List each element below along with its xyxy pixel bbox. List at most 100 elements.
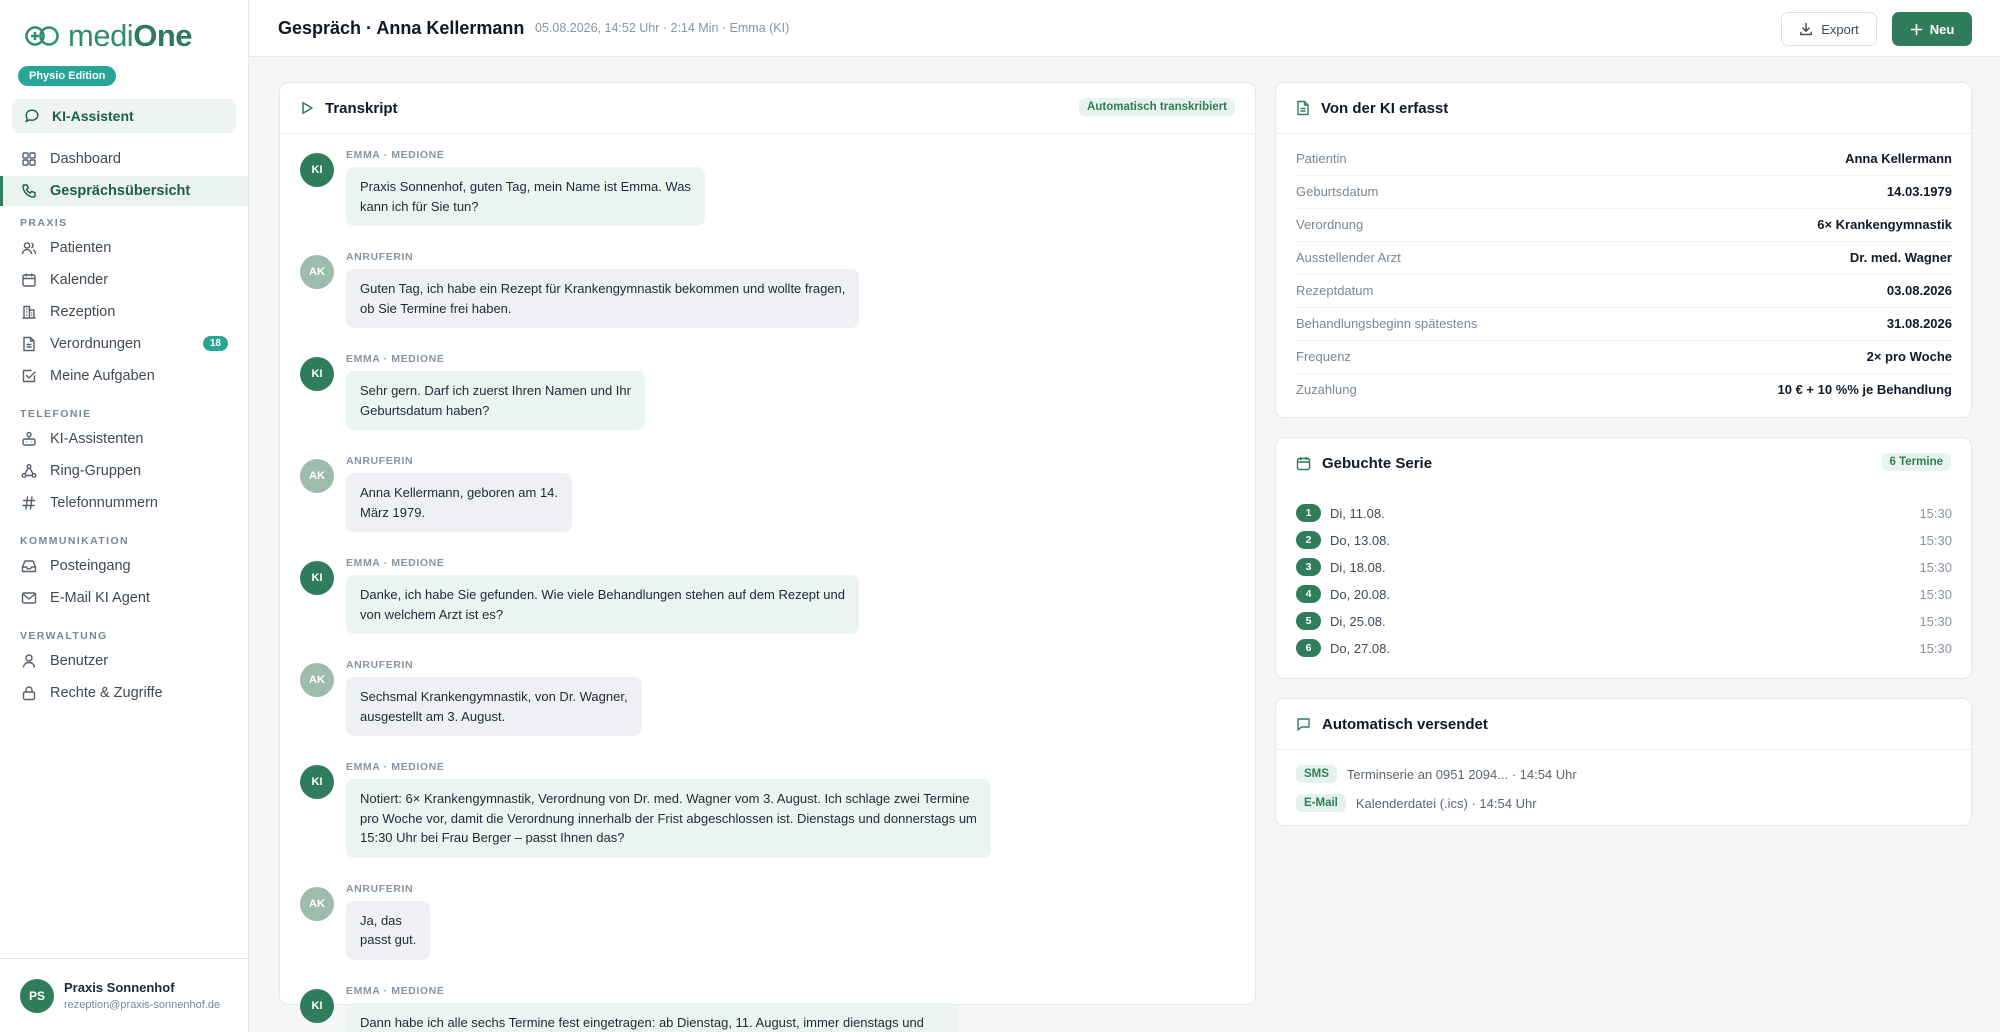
avatar: AK [300, 459, 334, 493]
user-profile[interactable]: PS Praxis Sonnenhof rezeption@praxis-son… [0, 958, 248, 1032]
topbar: Gespräch · Anna Kellermann 05.08.2026, 1… [249, 0, 2000, 57]
sidebar-item-benutzer[interactable]: Benutzer [0, 646, 248, 676]
new-button[interactable]: Neu [1892, 12, 1972, 46]
speaker-label: EMMA · MEDIONE [346, 149, 445, 161]
document-icon [1297, 100, 1309, 116]
appointment-time: 15:30 [1919, 506, 1952, 521]
sent-item-e-mail: E-Mail Kalenderdatei (.ics) · 14:54 Uhr [1296, 792, 1537, 814]
export-button[interactable]: Export [1781, 12, 1877, 46]
avatar: AK [300, 255, 334, 289]
message-line: Geburtsdatum haben? [360, 402, 490, 418]
channel-badge: E-Mail [1296, 794, 1346, 812]
sidebar-item-label: Patienten [50, 240, 112, 256]
grid-icon [20, 150, 38, 168]
transcript-title: Transkript [325, 99, 398, 117]
sent-detail: Terminserie an 0951 2094... · 14:54 Uhr [1346, 766, 1577, 782]
sidebar-item-label: Gesprächsübersicht [50, 183, 191, 199]
sent-header: Automatisch versendet [1276, 699, 1971, 750]
sidebar-item-e-mail-ki-agent[interactable]: E-Mail KI Agent [0, 583, 248, 613]
speaker-label: ANRUFERIN [346, 659, 414, 671]
series-header: Gebuchte Serie 6 Termine [1276, 438, 1971, 489]
appointment-row[interactable]: 6 Do, 27.08. 15:30 [1296, 639, 1952, 666]
appointment-row[interactable]: 2 Do, 13.08. 15:30 [1296, 531, 1952, 558]
sidebar-item-ring-gruppen[interactable]: Ring-Gruppen [0, 456, 248, 486]
chat-bubble-icon [25, 109, 39, 123]
field-label: Geburtsdatum [1296, 184, 1379, 199]
message-bubble: Dann habe ich alle sechs Termine fest ei… [346, 1002, 959, 1032]
appointment-number: 6 [1296, 639, 1321, 657]
sidebar-item-verordnungen[interactable]: Verordnungen 18 [0, 329, 248, 359]
field-value: 2× pro Woche [1866, 349, 1952, 364]
sidebar-item-telefonnummern[interactable]: Telefonnummern [0, 488, 248, 518]
appointment-count-badge: 6 Termine [1881, 453, 1951, 471]
sidebar-item-label: Dashboard [50, 151, 121, 167]
sidebar-item-patienten[interactable]: Patienten [0, 233, 248, 263]
speaker-label: EMMA · MEDIONE [346, 761, 445, 773]
sidebar-item-label: Rechte & Zugriffe [50, 685, 163, 701]
avatar: AK [300, 886, 334, 921]
field-value: Dr. med. Wagner [1849, 250, 1952, 265]
transcription-status-badge: Automatisch transkribiert [1079, 98, 1235, 116]
message-line: 15:30 Uhr bei Frau Berger – passt Ihnen … [360, 830, 625, 845]
sidebar-item-gespraechsuebersicht[interactable]: Gesprächsübersicht [0, 176, 248, 206]
building-icon [20, 303, 38, 321]
message-bubble: Praxis Sonnenhof, guten Tag, mein Name i… [346, 167, 705, 226]
appointment-day: Di, 25.08. [1330, 614, 1386, 629]
sidebar-item-label: Meine Aufgaben [50, 368, 155, 384]
users-icon [20, 239, 38, 257]
sidebar-item-meine-aufgaben[interactable]: Meine Aufgaben [0, 361, 248, 391]
export-label: Export [1821, 21, 1859, 37]
appointment-row[interactable]: 4 Do, 20.08. 15:30 [1296, 585, 1952, 612]
appointment-row[interactable]: 5 Di, 25.08. 15:30 [1296, 612, 1952, 639]
mail-icon [20, 589, 38, 607]
appointment-number: 3 [1296, 558, 1321, 576]
message-bubble: Anna Kellermann, geboren am 14. März 1979… [346, 473, 573, 532]
message-line: Anna Kellermann, geboren am 14. [360, 485, 559, 500]
field-row-zuzahlung: Zuzahlung 10 € + 10 %% je Behandlung [1296, 374, 1952, 407]
speaker-label: EMMA · MEDIONE [346, 557, 445, 569]
message-icon [1297, 717, 1310, 731]
sidebar-item-label: KI-Assistenten [50, 431, 144, 447]
message-line: Sechsmal Krankengymnastik, von Dr. Wagne… [360, 689, 628, 704]
field-value: Anna Kellermann [1845, 151, 1952, 166]
appointment-row[interactable]: 1 Di, 11.08. 15:30 [1296, 504, 1952, 531]
section-heading-verwaltung: VERWALTUNG [20, 630, 108, 642]
sidebar-item-label: Verordnungen [50, 336, 142, 352]
appointment-row[interactable]: 3 Di, 18.08. 15:30 [1296, 558, 1952, 585]
plus-icon [1910, 23, 1923, 35]
message-line: ausgestellt am 3. August. [360, 708, 506, 724]
phone-icon [20, 182, 38, 200]
sidebar-item-label: Posteingang [50, 558, 131, 574]
field-label: Frequenz [1296, 349, 1351, 364]
section-heading-praxis: PRAXIS [20, 217, 68, 229]
field-row-patientin: Patientin Anna Kellermann [1296, 143, 1952, 176]
sidebar-item-label: Kalender [50, 272, 109, 288]
sidebar-item-rezeption[interactable]: Rezeption [0, 297, 248, 327]
channel-badge: SMS [1296, 765, 1337, 783]
field-row-frequenz: Frequenz 2× pro Woche [1296, 341, 1952, 374]
field-value: 10 € + 10 %% je Behandlung [1777, 382, 1952, 397]
play-icon [302, 102, 313, 114]
message-bubble: Sehr gern. Darf ich zuerst Ihren Namen u… [346, 371, 645, 430]
avatar: AK [300, 663, 334, 697]
ki-assistant-label: KI-Assistent [52, 108, 134, 124]
page-title: Gespräch · Anna Kellermann [278, 18, 525, 38]
ki-assistant-button[interactable]: KI-Assistent [12, 99, 236, 133]
avatar: KI [300, 988, 334, 1023]
sidebar-item-posteingang[interactable]: Posteingang [0, 551, 248, 581]
sidebar-item-kalender[interactable]: Kalender [0, 265, 248, 295]
brand-logo[interactable]: mediOne [24, 18, 192, 54]
sidebar-item-rechte-and-zugriffe[interactable]: Rechte & Zugriffe [0, 678, 248, 708]
avatar: PS [20, 979, 54, 1013]
message-line: Praxis Sonnenhof, guten Tag, mein Name i… [360, 179, 691, 194]
sidebar-item-ki-assistenten[interactable]: KI-Assistenten [0, 424, 248, 454]
sidebar-item-dashboard[interactable]: Dashboard [0, 144, 248, 174]
message-line: Guten Tag, ich habe ein Rezept für Krank… [360, 281, 846, 296]
logo-mark-icon [25, 26, 59, 46]
sent-detail: Kalenderdatei (.ics) · 14:54 Uhr [1355, 795, 1537, 811]
sidebar: mediOne Physio Edition KI-Assistent Dash… [0, 0, 249, 1032]
message-line: ob Sie Termine frei haben. [360, 300, 512, 316]
transcript-card: Transkript Automatisch transkribiert KI E… [279, 82, 1256, 1032]
appointment-day: Di, 11.08. [1330, 506, 1385, 521]
sent-title: Automatisch versendet [1322, 715, 1488, 733]
